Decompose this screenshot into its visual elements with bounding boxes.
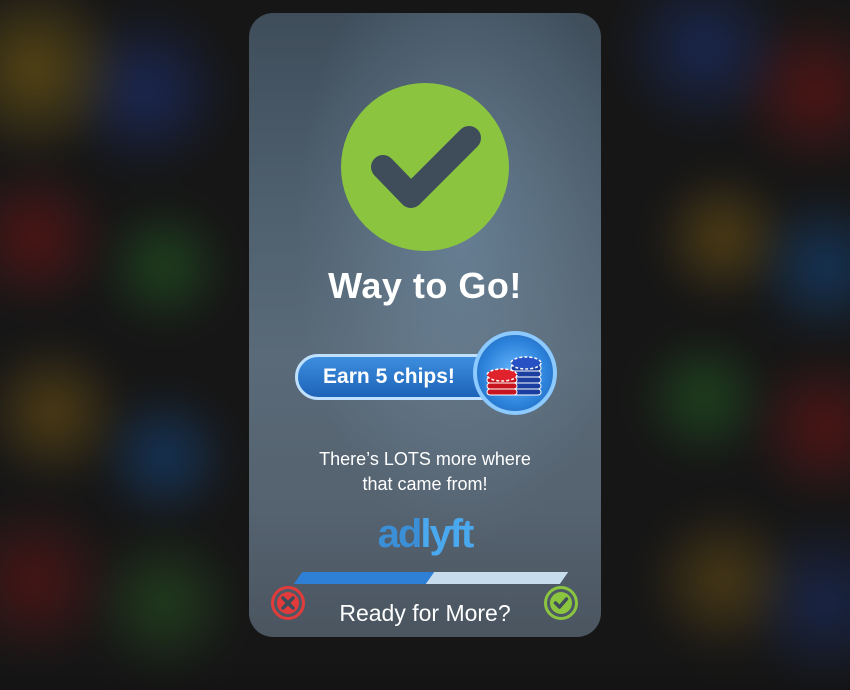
progress-segment-empty bbox=[513, 572, 569, 584]
dialog-message: There’s LOTS more where that came from! bbox=[279, 447, 571, 497]
message-line-2: that came from! bbox=[362, 474, 488, 494]
accept-button[interactable] bbox=[544, 586, 578, 620]
adlyft-logo: adlyft bbox=[249, 511, 601, 557]
reward-label: Earn 5 chips! bbox=[323, 365, 455, 388]
reward-dialog: Way to Go! Earn 5 chips! There’s LOTS mo… bbox=[249, 13, 601, 637]
dialog-title: Way to Go! bbox=[328, 265, 522, 306]
progress-bar bbox=[292, 572, 569, 586]
logo-text-part1: ad bbox=[377, 512, 423, 556]
poker-chips-icon bbox=[473, 331, 557, 415]
logo-text-part2: lyft bbox=[420, 512, 474, 556]
checkmark-icon bbox=[550, 592, 572, 614]
success-checkmark-icon bbox=[341, 83, 509, 251]
message-line-1: There’s LOTS more where bbox=[319, 449, 531, 469]
